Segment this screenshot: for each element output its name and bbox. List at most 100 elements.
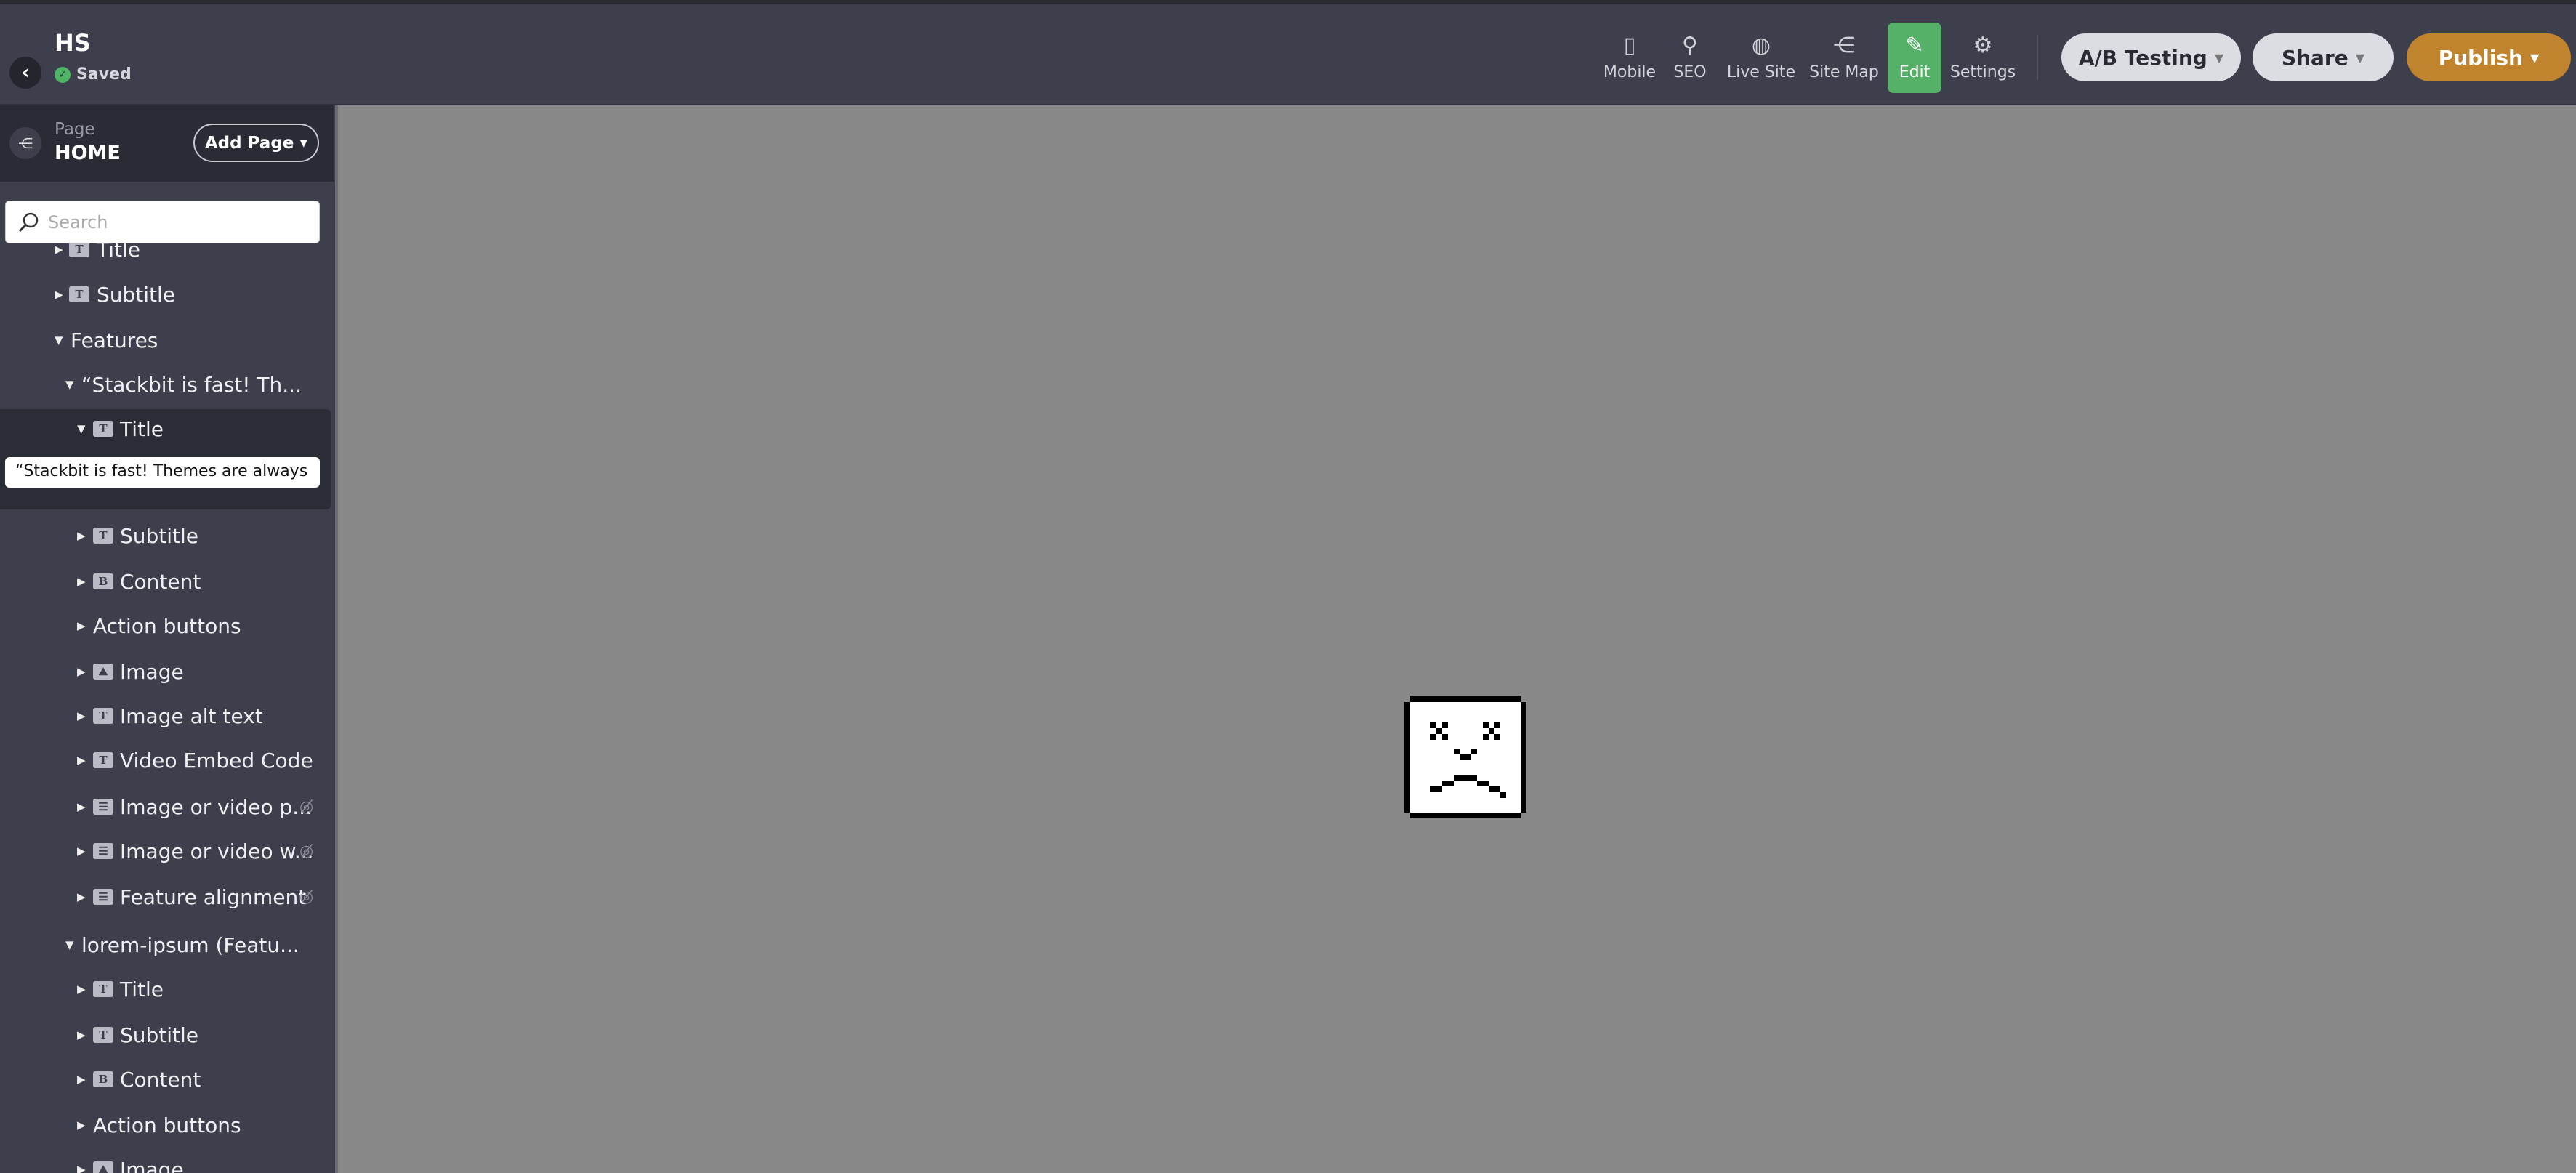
edit-button[interactable]: ✎ Edit — [1888, 23, 1941, 93]
seo-button[interactable]: ⚲ SEO — [1673, 23, 1706, 93]
caret-right-icon[interactable]: ▶ — [77, 754, 86, 767]
toolbar-divider — [2037, 35, 2038, 80]
tree-item[interactable]: ▶ T Subtitle — [0, 272, 334, 317]
tree-item-label: lorem-ipsum (Featu... — [81, 932, 299, 957]
tree-item[interactable]: ▶ B Content — [0, 559, 334, 604]
text-field-icon: T — [93, 752, 113, 768]
tree-item[interactable]: ▼ T Title — [0, 406, 334, 451]
search-input[interactable] — [48, 211, 295, 233]
tree-item[interactable]: ▶ ⛰ Image — [0, 1147, 334, 1173]
tree-item[interactable]: ▶ T Video Embed Code — [0, 738, 334, 783]
gear-icon: ⚙ — [1973, 33, 1993, 58]
caret-down-icon[interactable]: ▼ — [65, 378, 74, 391]
pencil-icon: ✎ — [1905, 33, 1924, 58]
caret-right-icon[interactable]: ▶ — [77, 890, 86, 903]
tree-item[interactable]: ▼ lorem-ipsum (Featu... — [0, 922, 334, 967]
tree-item[interactable]: ▼ “Stackbit is fast! Th... — [0, 362, 334, 407]
tree-item[interactable]: ▶ ☰ Image or video w... ◎̸ — [0, 829, 334, 874]
tree-item-label: Image — [120, 1157, 184, 1173]
title-value-input[interactable]: “Stackbit is fast! Themes are always — [5, 457, 320, 488]
caret-right-icon[interactable]: ▶ — [77, 845, 86, 858]
sitemap-icon: ⋲ — [1832, 33, 1855, 58]
nav-label: Settings — [1949, 63, 2016, 81]
tree-item-label: Image alt text — [120, 704, 263, 728]
tree-item[interactable]: ▼ Features — [0, 318, 334, 363]
caret-down-icon: ▼ — [2214, 50, 2224, 65]
check-circle-icon: ✓ — [55, 66, 71, 83]
caret-down-icon: ▼ — [299, 137, 308, 149]
caret-down-icon: ▼ — [2529, 50, 2540, 65]
publish-button[interactable]: Publish ▼ — [2407, 33, 2571, 81]
site-map-button[interactable]: ⋲ Site Map — [1809, 23, 1879, 93]
page-header: ⋲ Page HOME Add Page ▼ — [0, 105, 334, 182]
caret-right-icon[interactable]: ▶ — [77, 529, 86, 542]
nav-label: Edit — [1899, 63, 1931, 81]
globe-icon: ◍ — [1751, 33, 1771, 58]
back-button[interactable]: ‹ — [9, 57, 41, 89]
rich-text-icon: B — [93, 573, 113, 589]
ab-testing-button[interactable]: A/B Testing ▼ — [2061, 33, 2241, 81]
eye-slash-icon[interactable]: ◎̸ — [299, 842, 313, 860]
caret-down-icon[interactable]: ▼ — [65, 938, 74, 951]
eye-slash-icon[interactable]: ◎̸ — [299, 888, 313, 906]
tree-item-label: Title — [120, 977, 164, 1001]
settings-button[interactable]: ⚙ Settings — [1950, 23, 2016, 93]
text-field-icon: T — [93, 708, 113, 724]
chevron-left-icon: ‹ — [21, 62, 30, 84]
tree-item-label: Content — [120, 569, 201, 594]
text-field-icon: T — [93, 528, 113, 544]
list-field-icon: ☰ — [93, 799, 113, 815]
tree-item[interactable]: ▶ ⛰ Image — [0, 649, 334, 694]
caret-right-icon[interactable]: ▶ — [77, 1028, 86, 1041]
site-title: HS — [55, 29, 91, 57]
tree-item-label: Content — [120, 1067, 201, 1092]
eye-slash-icon[interactable]: ◎̸ — [299, 798, 313, 816]
tree-item[interactable]: ▶ T Subtitle — [0, 513, 334, 558]
top-toolbar: ‹ HS ✓ Saved ▯ Mobile ⚲ SEO ◍ Live Site ⋲ Sit… — [0, 4, 2576, 105]
tree-item-label: Image or video p... — [120, 794, 312, 819]
text-field-icon: T — [93, 421, 113, 437]
mobile-button[interactable]: ▯ Mobile — [1603, 23, 1656, 93]
share-button[interactable]: Share ▼ — [2253, 33, 2394, 81]
page-tree-icon[interactable]: ⋲ — [9, 127, 41, 159]
caret-right-icon[interactable]: ▶ — [55, 288, 63, 301]
caret-right-icon[interactable]: ▶ — [77, 619, 86, 632]
save-status-text: Saved — [76, 65, 132, 84]
tree-item-label: Feature alignment — [120, 884, 307, 909]
add-page-button[interactable]: Add Page ▼ — [193, 124, 319, 162]
caret-right-icon[interactable]: ▶ — [77, 575, 86, 588]
sidebar-scrollbar[interactable] — [335, 105, 338, 1173]
sad-face-error-icon — [1404, 696, 1526, 818]
page-label: Page — [55, 120, 95, 139]
tree-item[interactable]: ▶ T Title — [0, 967, 334, 1012]
caret-right-icon[interactable]: ▶ — [77, 1118, 86, 1132]
caret-right-icon[interactable]: ▶ — [77, 1073, 86, 1086]
tree-item-label: Video Embed Code — [120, 748, 313, 773]
live-site-button[interactable]: ◍ Live Site — [1727, 23, 1795, 93]
tree-item[interactable]: ▶ ☰ Feature alignment ◎̸ — [0, 874, 334, 919]
caret-right-icon[interactable]: ▶ — [55, 243, 63, 256]
caret-right-icon[interactable]: ▶ — [77, 665, 86, 678]
tree-item[interactable]: ▶ T Subtitle — [0, 1012, 334, 1057]
tree-item[interactable]: ▶ B Content — [0, 1057, 334, 1102]
caret-right-icon[interactable]: ▶ — [77, 800, 86, 813]
ab-testing-label: A/B Testing — [2078, 45, 2207, 70]
caret-right-icon[interactable]: ▶ — [77, 983, 86, 996]
nav-label: Mobile — [1603, 63, 1657, 81]
nav-label: Live Site — [1726, 63, 1796, 81]
search-icon — [18, 212, 39, 232]
caret-right-icon[interactable]: ▶ — [77, 709, 86, 722]
seo-icon: ⚲ — [1682, 33, 1698, 58]
tree-item[interactable]: ▶ T Image alt text — [0, 693, 334, 738]
tree-item[interactable]: ▶ ☰ Image or video p... ◎̸ — [0, 784, 334, 829]
list-field-icon: ☰ — [93, 843, 113, 859]
tree-item-label: Action buttons — [93, 1113, 241, 1137]
caret-down-icon[interactable]: ▼ — [77, 422, 86, 435]
search-field[interactable] — [5, 201, 320, 243]
tree-item[interactable]: ▶ Action buttons — [0, 603, 334, 648]
tree-item-label: Subtitle — [97, 282, 176, 307]
tree-item[interactable]: ▶ Action buttons — [0, 1103, 334, 1148]
caret-right-icon[interactable]: ▶ — [77, 1163, 86, 1173]
caret-down-icon[interactable]: ▼ — [55, 334, 63, 347]
tree-item-label: Image — [120, 659, 184, 684]
